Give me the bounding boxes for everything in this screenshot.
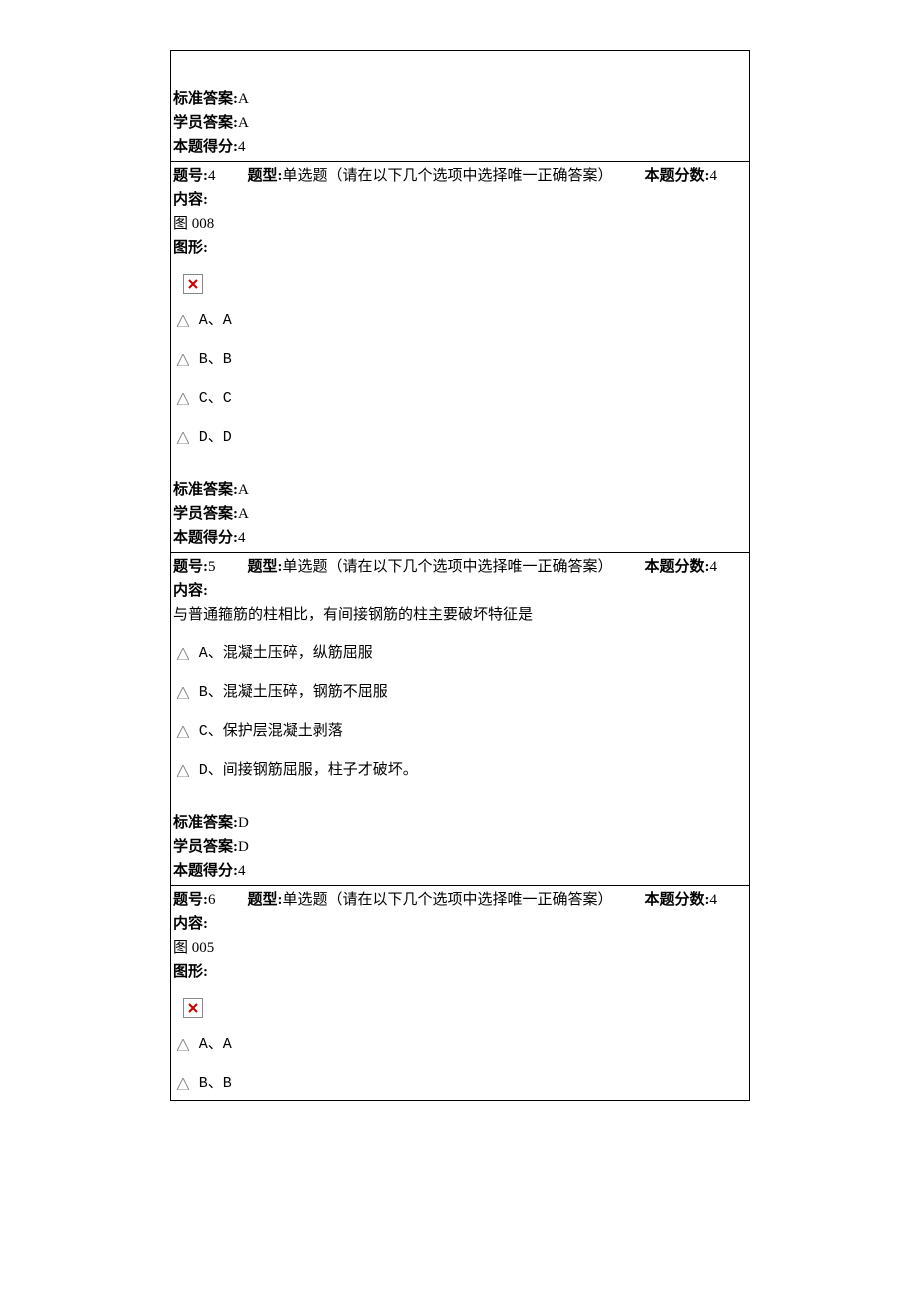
content-border: 标准答案:A 学员答案:A 本题得分:4 题号:4 题型:单选题（请在以下几个选… bbox=[170, 50, 750, 1101]
q5-score-earned-line: 本题得分:4 bbox=[171, 859, 749, 883]
q4-standard-answer-line: 标准答案:A bbox=[171, 478, 749, 502]
student-answer-value: A bbox=[238, 115, 249, 131]
question-6-image-ref: 图 005 bbox=[171, 936, 749, 960]
q6-option-b-text: B、B bbox=[199, 1075, 232, 1092]
question-4-number: 4 bbox=[208, 164, 216, 188]
question-4-block: 题号:4 题型:单选题（请在以下几个选项中选择唯一正确答案） 本题分数:4 内容… bbox=[171, 162, 749, 553]
q4-student-answer-line: 学员答案:A bbox=[171, 502, 749, 526]
q6-option-a-text: A、A bbox=[199, 1036, 232, 1053]
question-type-text: 单选题（请在以下几个选项中选择唯一正确答案） bbox=[283, 888, 613, 912]
standard-answer-value: A bbox=[238, 91, 249, 107]
triangle-icon bbox=[177, 393, 189, 405]
q4-student-answer-value: A bbox=[238, 506, 249, 522]
question-4-full-score: 4 bbox=[710, 164, 718, 188]
full-score-label: 本题分数: bbox=[645, 164, 710, 188]
question-type-label: 题型: bbox=[248, 555, 283, 579]
q6-option-b: B、B bbox=[171, 1071, 749, 1096]
full-score-label: 本题分数: bbox=[645, 888, 710, 912]
figure-label: 图形: bbox=[171, 960, 749, 984]
q5-option-d: D、间接钢筋屈服，柱子才破坏。 bbox=[171, 758, 749, 783]
q4-option-c: C、C bbox=[171, 386, 749, 411]
score-earned-value: 4 bbox=[238, 139, 246, 155]
content-label: 内容: bbox=[173, 583, 208, 599]
question-4-image-ref: 图 008 bbox=[171, 212, 749, 236]
broken-image-icon bbox=[183, 274, 203, 294]
triangle-icon bbox=[177, 648, 189, 660]
q5-option-c: C、保护层混凝土剥落 bbox=[171, 719, 749, 744]
question-5-header: 题号:5 题型:单选题（请在以下几个选项中选择唯一正确答案） 本题分数:4 bbox=[171, 553, 749, 579]
q6-option-a: A、A bbox=[171, 1032, 749, 1057]
q4-standard-answer-value: A bbox=[238, 482, 249, 498]
q5-option-a: A、混凝土压碎，纵筋屈服 bbox=[171, 641, 749, 666]
triangle-icon bbox=[177, 315, 189, 327]
triangle-icon bbox=[177, 432, 189, 444]
question-type-text: 单选题（请在以下几个选项中选择唯一正确答案） bbox=[283, 164, 613, 188]
q4-option-b: B、B bbox=[171, 347, 749, 372]
q5-standard-answer-value: D bbox=[238, 815, 249, 831]
triangle-icon bbox=[177, 1078, 189, 1090]
content-label-line: 内容: bbox=[171, 579, 749, 603]
q5-option-d-text: D、间接钢筋屈服，柱子才破坏。 bbox=[199, 762, 418, 779]
question-6-header: 题号:6 题型:单选题（请在以下几个选项中选择唯一正确答案） 本题分数:4 bbox=[171, 886, 749, 912]
student-answer-line: 学员答案:A bbox=[171, 111, 749, 135]
question-no-label: 题号: bbox=[173, 888, 208, 912]
prev-question-tail: 标准答案:A 学员答案:A 本题得分:4 bbox=[171, 51, 749, 162]
q4-score-earned-line: 本题得分:4 bbox=[171, 526, 749, 550]
q5-student-answer-line: 学员答案:D bbox=[171, 835, 749, 859]
broken-image-icon bbox=[183, 998, 203, 1018]
page-container: 标准答案:A 学员答案:A 本题得分:4 题号:4 题型:单选题（请在以下几个选… bbox=[0, 0, 920, 1151]
question-6-number: 6 bbox=[208, 888, 216, 912]
q4-option-d-text: D、D bbox=[199, 429, 232, 446]
score-earned-line: 本题得分:4 bbox=[171, 135, 749, 159]
score-earned-label: 本题得分: bbox=[173, 863, 238, 879]
question-type-label: 题型: bbox=[248, 164, 283, 188]
standard-answer-label: 标准答案: bbox=[173, 482, 238, 498]
content-label-line: 内容: bbox=[171, 188, 749, 212]
question-5-stem: 与普通箍筋的柱相比，有间接钢筋的柱主要破坏特征是 bbox=[171, 603, 749, 627]
q5-option-c-text: C、保护层混凝土剥落 bbox=[199, 723, 343, 740]
triangle-icon bbox=[177, 1039, 189, 1051]
q5-student-answer-value: D bbox=[238, 839, 249, 855]
triangle-icon bbox=[177, 765, 189, 777]
question-type-text: 单选题（请在以下几个选项中选择唯一正确答案） bbox=[283, 555, 613, 579]
student-answer-label: 学员答案: bbox=[173, 115, 238, 131]
question-type-label: 题型: bbox=[248, 888, 283, 912]
question-5-number: 5 bbox=[208, 555, 216, 579]
question-4-header: 题号:4 题型:单选题（请在以下几个选项中选择唯一正确答案） 本题分数:4 bbox=[171, 162, 749, 188]
question-5-block: 题号:5 题型:单选题（请在以下几个选项中选择唯一正确答案） 本题分数:4 内容… bbox=[171, 553, 749, 886]
q4-option-d: D、D bbox=[171, 425, 749, 450]
triangle-icon bbox=[177, 687, 189, 699]
standard-answer-label: 标准答案: bbox=[173, 91, 238, 107]
q4-option-c-text: C、C bbox=[199, 390, 232, 407]
score-earned-label: 本题得分: bbox=[173, 139, 238, 155]
q4-option-a: A、A bbox=[171, 308, 749, 333]
q5-option-b: B、混凝土压碎，钢筋不屈服 bbox=[171, 680, 749, 705]
question-no-label: 题号: bbox=[173, 164, 208, 188]
question-6-block: 题号:6 题型:单选题（请在以下几个选项中选择唯一正确答案） 本题分数:4 内容… bbox=[171, 886, 749, 1096]
q5-standard-answer-line: 标准答案:D bbox=[171, 811, 749, 835]
standard-answer-label: 标准答案: bbox=[173, 815, 238, 831]
student-answer-label: 学员答案: bbox=[173, 506, 238, 522]
q5-option-a-text: A、混凝土压碎，纵筋屈服 bbox=[199, 645, 373, 662]
question-6-full-score: 4 bbox=[710, 888, 718, 912]
q5-score-earned-value: 4 bbox=[238, 863, 246, 879]
score-earned-label: 本题得分: bbox=[173, 530, 238, 546]
full-score-label: 本题分数: bbox=[645, 555, 710, 579]
triangle-icon bbox=[177, 726, 189, 738]
q4-option-b-text: B、B bbox=[199, 351, 232, 368]
q4-option-a-text: A、A bbox=[199, 312, 232, 329]
figure-label: 图形: bbox=[171, 236, 749, 260]
question-no-label: 题号: bbox=[173, 555, 208, 579]
question-5-full-score: 4 bbox=[710, 555, 718, 579]
content-label-line: 内容: bbox=[171, 912, 749, 936]
student-answer-label: 学员答案: bbox=[173, 839, 238, 855]
q4-score-earned-value: 4 bbox=[238, 530, 246, 546]
content-label: 内容: bbox=[173, 192, 208, 208]
triangle-icon bbox=[177, 354, 189, 366]
q5-option-b-text: B、混凝土压碎，钢筋不屈服 bbox=[199, 684, 388, 701]
content-label: 内容: bbox=[173, 916, 208, 932]
standard-answer-line: 标准答案:A bbox=[171, 87, 749, 111]
